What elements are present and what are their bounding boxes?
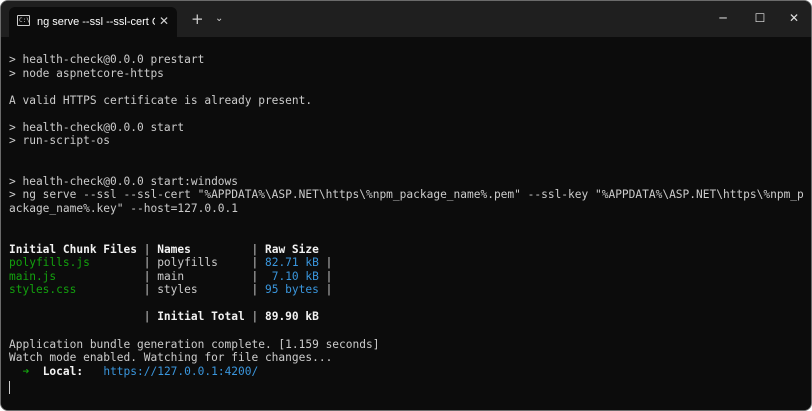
row-file: main.js xyxy=(9,270,57,283)
total-separator: | xyxy=(244,310,265,323)
row-separator: | xyxy=(56,270,158,283)
new-tab-button[interactable]: + xyxy=(191,11,204,27)
row-separator: | xyxy=(89,256,158,269)
row-end: | xyxy=(318,270,333,283)
terminal-icon: C:\ xyxy=(17,15,30,26)
chevron-down-icon[interactable]: ⌄ xyxy=(215,13,223,25)
local-url-link[interactable]: https://127.0.0.1:4200/ xyxy=(103,365,258,378)
text-cursor xyxy=(9,381,10,394)
output-line: Watch mode enabled. Watching for file ch… xyxy=(9,351,333,364)
output-line: > run-script-os xyxy=(9,134,111,147)
output-line: > health-check@0.0.0 start:windows xyxy=(9,175,239,188)
total-value: 89.90 kB xyxy=(264,310,319,323)
table-total: | Initial Total | 89.90 kB xyxy=(9,310,319,323)
output-line: ackage_name%.key" --host=127.0.0.1 xyxy=(9,202,239,215)
output-line: > health-check@0.0.0 start xyxy=(9,121,185,134)
header-size: Raw Size xyxy=(264,243,319,256)
header-separator: | xyxy=(136,243,158,256)
row-file: styles.css xyxy=(9,283,77,296)
row-name: main xyxy=(157,270,185,283)
row-separator: | xyxy=(217,256,265,269)
minimize-button[interactable]: ─ xyxy=(713,9,733,27)
table-row: styles.css | styles | 95 bytes | xyxy=(9,283,332,296)
row-size: 95 bytes xyxy=(264,283,319,296)
close-window-button[interactable]: ✕ xyxy=(784,9,804,27)
row-separator: | xyxy=(76,283,158,296)
row-size: 82.71 kB xyxy=(264,256,319,269)
header-files: Initial Chunk Files xyxy=(9,243,137,256)
table-row: main.js | main | 7.10 kB | xyxy=(9,270,332,283)
row-separator: | xyxy=(197,283,265,296)
local-line: ➜ Local: https://127.0.0.1:4200/ xyxy=(9,365,258,378)
row-name: polyfills xyxy=(157,256,218,269)
output-line: Application bundle generation complete. … xyxy=(9,338,380,351)
close-tab-icon[interactable]: ✕ xyxy=(159,14,169,28)
output-line: A valid HTTPS certificate is already pre… xyxy=(9,94,313,107)
terminal-window: C:\ ng serve --ssl --ssl-cert C:\Use ✕ +… xyxy=(0,0,812,411)
output-line: > health-check@0.0.0 prestart xyxy=(9,53,205,66)
output-line: > node aspnetcore-https xyxy=(9,67,164,80)
table-row: polyfills.js | polyfills | 82.71 kB | xyxy=(9,256,332,269)
tab-title: ng serve --ssl --ssl-cert C:\Use xyxy=(37,16,155,28)
total-prefix: | xyxy=(9,310,158,323)
arrow-icon: ➜ xyxy=(9,365,30,378)
table-header: Initial Chunk Files | Names | Raw Size xyxy=(9,243,319,256)
total-label: Initial Total xyxy=(157,310,245,323)
output-line: > ng serve --ssl --ssl-cert "%APPDATA%\A… xyxy=(9,188,804,201)
local-label: Local: xyxy=(29,365,84,378)
row-file: polyfills.js xyxy=(9,256,90,269)
row-separator: | xyxy=(184,270,265,283)
terminal-output[interactable]: > health-check@0.0.0 prestart > node asp… xyxy=(1,37,811,410)
row-end: | xyxy=(318,256,333,269)
header-names: Names xyxy=(157,243,191,256)
header-separator: | xyxy=(190,243,265,256)
title-bar[interactable]: C:\ ng serve --ssl --ssl-cert C:\Use ✕ +… xyxy=(1,1,811,37)
row-name: styles xyxy=(157,283,198,296)
terminal-tab[interactable]: C:\ ng serve --ssl --ssl-cert C:\Use ✕ xyxy=(9,7,177,37)
local-gap xyxy=(83,365,103,378)
row-end: | xyxy=(318,283,333,296)
maximize-button[interactable]: ☐ xyxy=(750,9,770,27)
row-size: 7.10 kB xyxy=(264,270,319,283)
